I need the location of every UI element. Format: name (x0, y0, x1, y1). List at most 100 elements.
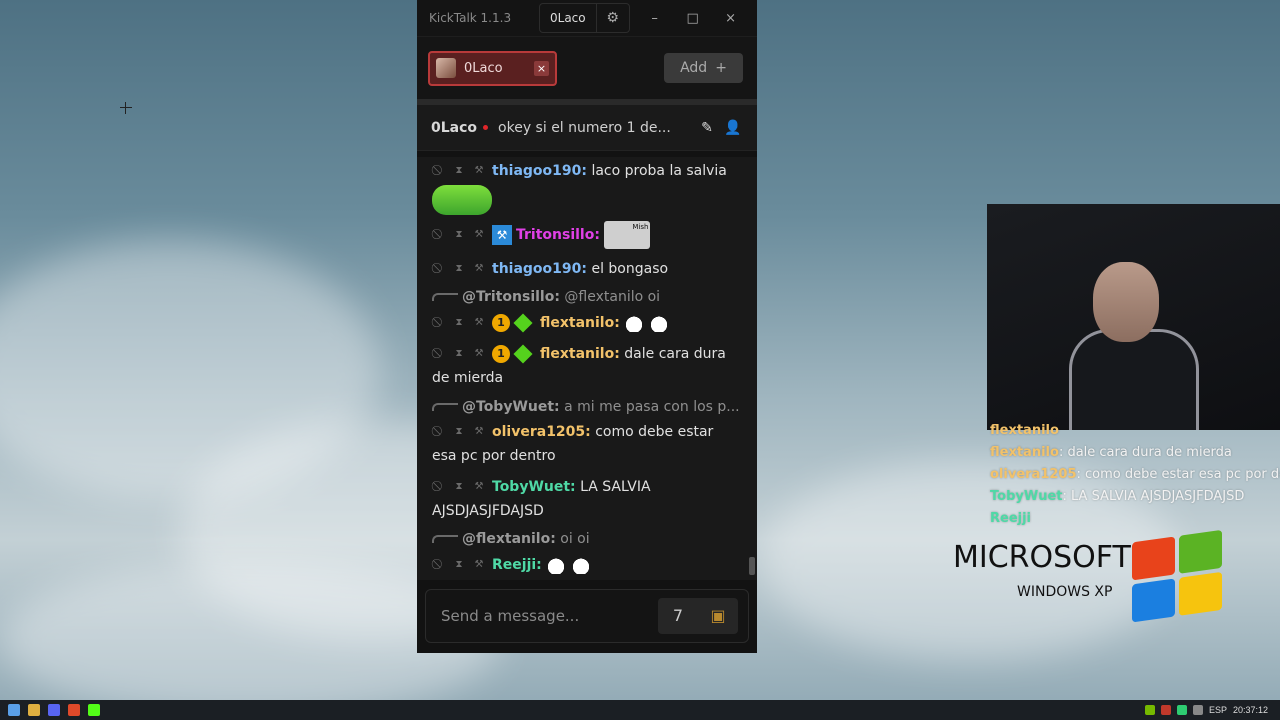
streamer-body (1069, 329, 1199, 430)
live-indicator-icon (483, 125, 489, 130)
chat-message: ⃠⧗⚒1flextanilo: dale cara dura de mierda (432, 342, 737, 390)
cat-emote (624, 314, 645, 332)
pin-icon[interactable]: ✎ (697, 120, 717, 136)
xp-wordmark: MICROSOFT (953, 540, 1131, 575)
reply-context[interactable]: @TobyWuet: a mi me pasa con los p... (432, 399, 740, 415)
chat-scrollbar[interactable] (749, 557, 755, 575)
timeout-icon[interactable]: ⧗ (452, 159, 466, 183)
timeout-icon[interactable]: ⧗ (452, 257, 466, 281)
reply-context[interactable]: @flextanilo: oi oi (432, 531, 590, 547)
close-window-button[interactable]: × (712, 11, 750, 26)
system-tray: ESP 20:37:12 (1144, 705, 1280, 715)
timeout-icon[interactable]: ⧗ (452, 420, 466, 444)
timeout-icon[interactable]: ⧗ (452, 311, 466, 335)
chat-message: ⃠⧗⚒ thiagoo190: el bongaso (432, 257, 737, 281)
nvidia-icon[interactable] (1144, 705, 1155, 715)
hammer-icon[interactable]: ⚒ (472, 159, 486, 183)
cat-emote (546, 556, 567, 574)
composer-buttons: 7 ▣ (658, 598, 738, 634)
hammer-icon[interactable]: ⚒ (472, 342, 486, 366)
reply-user: @TobyWuet: (462, 399, 560, 415)
chat-username[interactable]: TobyWuet: (492, 479, 576, 495)
chat-list[interactable]: ⃠⧗⚒thiagoo190: laco proba la salvia ⃠⧗⚒⚒… (417, 157, 757, 580)
ban-icon[interactable]: ⃠ (432, 553, 446, 577)
start-icon[interactable] (8, 704, 20, 716)
laughing-face-emote (432, 185, 492, 215)
tray-app-icon[interactable] (1176, 705, 1187, 715)
hammer-icon[interactable]: ⚒ (472, 475, 486, 499)
timeout-icon[interactable]: ⧗ (452, 223, 466, 247)
add-channel-button[interactable]: Add + (664, 53, 743, 83)
reply-text: @flextanilo oi (564, 289, 661, 305)
add-label: Add (680, 60, 708, 76)
ban-icon[interactable]: ⃠ (432, 223, 446, 247)
reply-user: @flextanilo: (462, 531, 556, 547)
ban-icon[interactable]: ⃠ (432, 342, 446, 366)
timeout-icon[interactable]: ⧗ (452, 342, 466, 366)
overlay-text: : como debe estar esa pc por dentro (1076, 467, 1280, 482)
channel-avatar (436, 58, 456, 78)
ban-icon[interactable]: ⃠ (432, 420, 446, 444)
chat-username[interactable]: olivera1205: (492, 424, 591, 440)
subscriber-badge-icon: 1 (492, 345, 510, 363)
overlay-line: flextanilo (990, 420, 1250, 442)
chat-username[interactable]: Reejji: (492, 557, 542, 573)
account-pill[interactable]: 0Laco ⚙ (539, 3, 630, 33)
chat-username[interactable]: Tritonsillo: (516, 227, 600, 243)
reply-hook-icon (432, 535, 458, 543)
chat-username[interactable]: flextanilo: (540, 346, 620, 362)
chat-message: ⃠⧗⚒ thiagoo190: laco proba la salvia (432, 159, 737, 215)
xp-subtitle: WINDOWS XP (1017, 584, 1113, 600)
subscriber-badge-icon: 1 (492, 314, 510, 332)
hammer-icon[interactable]: ⚒ (472, 553, 486, 577)
chat-username[interactable]: thiagoo190: (492, 261, 587, 277)
account-name[interactable]: 0Laco (540, 4, 597, 32)
overlay-line: flextanilo: dale cara dura de mierda (990, 445, 1232, 460)
kick-emote-icon[interactable]: ▣ (698, 598, 738, 634)
ban-icon[interactable]: ⃠ (432, 257, 446, 281)
hammer-icon[interactable]: ⚒ (472, 420, 486, 444)
close-tab-button[interactable]: × (534, 60, 549, 76)
7tv-emote-icon[interactable]: 7 (658, 598, 698, 634)
reply-text: oi oi (560, 531, 590, 547)
clock[interactable]: 20:37:12 (1233, 705, 1268, 715)
taskbar: ESP 20:37:12 (0, 700, 1280, 720)
brave-icon[interactable] (68, 704, 80, 716)
tray-app-icon[interactable] (1160, 705, 1171, 715)
chat-message: ⃠⧗⚒TobyWuet: LA SALVIA AJSDJASJFDAJSD (432, 475, 737, 523)
chat-username[interactable]: flextanilo: (540, 315, 620, 331)
discord-icon[interactable] (48, 704, 60, 716)
ban-icon[interactable]: ⃠ (432, 311, 446, 335)
chat-username[interactable]: thiagoo190: (492, 163, 587, 179)
ban-icon[interactable]: ⃠ (432, 159, 446, 183)
timeout-icon[interactable]: ⧗ (452, 553, 466, 577)
message-input[interactable] (426, 607, 641, 625)
kicktalk-window: KickTalk 1.1.3 0Laco ⚙ – □ × 0Laco × Add… (417, 0, 757, 653)
stream-chat-overlay: flextanilo flextanilo: dale cara dura de… (990, 420, 1280, 530)
timeout-icon[interactable]: ⧗ (452, 475, 466, 499)
chat-text: el bongaso (591, 261, 669, 277)
title-bar: KickTalk 1.1.3 0Laco ⚙ – □ × (417, 0, 757, 37)
kick-icon[interactable] (88, 704, 100, 716)
user-list-icon[interactable]: 👤 (723, 120, 743, 136)
reply-context[interactable]: @Tritonsillo: @flextanilo oi (432, 289, 660, 305)
streamer-head (1093, 262, 1159, 342)
hammer-icon[interactable]: ⚒ (472, 311, 486, 335)
hammer-icon[interactable]: ⚒ (472, 257, 486, 281)
chat-message: ⃠⧗⚒ Reejji: (432, 553, 737, 577)
settings-gear-icon[interactable]: ⚙ (597, 10, 629, 26)
language-indicator[interactable]: ESP (1209, 705, 1227, 715)
pig-emote: Mish (604, 221, 651, 249)
maximize-button[interactable]: □ (674, 11, 712, 26)
chat-message: ⃠⧗⚒⚒Tritonsillo: Mish (432, 221, 737, 249)
minimize-button[interactable]: – (636, 11, 674, 26)
app-title: KickTalk 1.1.3 (429, 11, 512, 25)
cat-emote (571, 556, 592, 574)
volume-icon[interactable] (1192, 705, 1203, 715)
ban-icon[interactable]: ⃠ (432, 475, 446, 499)
windows-xp-logo: MICROSOFT WINDOWS XP (953, 540, 1131, 600)
file-explorer-icon[interactable] (28, 704, 40, 716)
hammer-icon[interactable]: ⚒ (472, 223, 486, 247)
mouse-cursor (120, 102, 132, 114)
channel-tab[interactable]: 0Laco × (428, 50, 557, 86)
